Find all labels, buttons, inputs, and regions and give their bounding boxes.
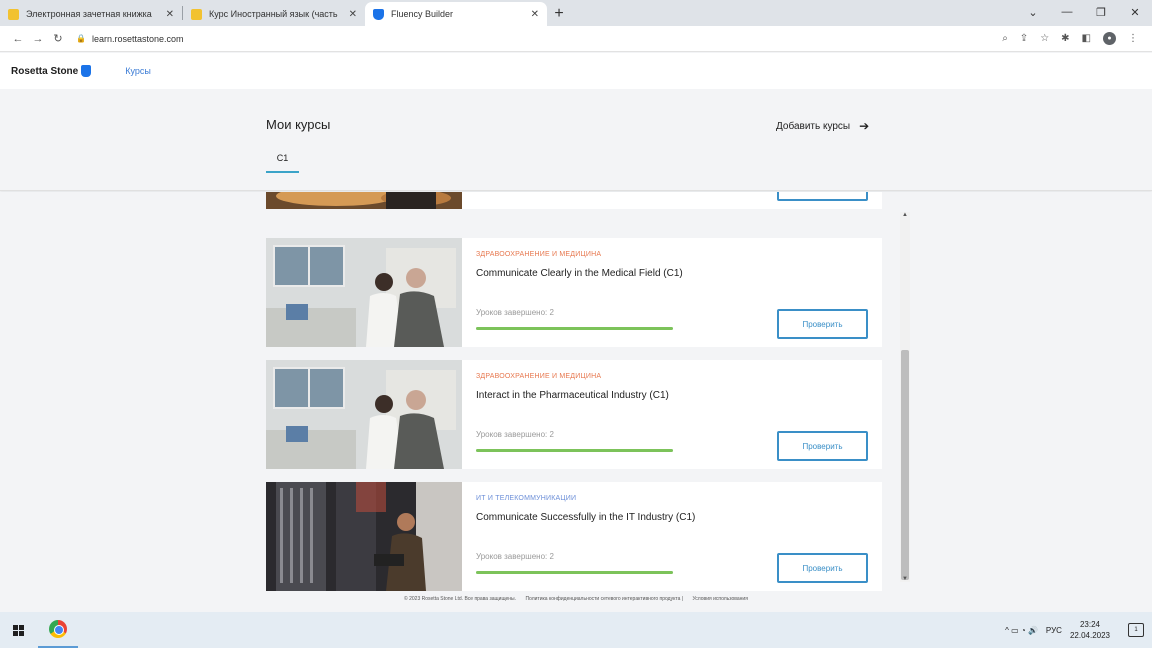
- profile-avatar-icon[interactable]: ●: [1103, 32, 1116, 45]
- logo-text: Rosetta Stone: [11, 65, 79, 77]
- windows-logo-icon: [12, 624, 24, 636]
- extensions-icon[interactable]: ✱: [1061, 33, 1069, 44]
- check-button[interactable]: Проверить: [777, 431, 868, 461]
- tab-level-c1[interactable]: C1: [266, 151, 299, 173]
- lessons-completed: Уроков завершено: 2: [476, 552, 554, 561]
- course-card: ИТ и телекоммуникации Communicate Succes…: [266, 482, 882, 591]
- tray-icons[interactable]: ^ ▭ ◔ 🔊: [1005, 626, 1038, 635]
- progress-bar: [476, 327, 673, 330]
- lessons-completed: Уроков завершено: 2: [476, 430, 554, 439]
- browser-tab-gradebook[interactable]: Электронная зачетная книжка ✕: [0, 2, 182, 26]
- arrow-right-icon: ➔: [859, 119, 870, 133]
- browser-toolbar: ⌕ ⇪ ☆ ✱ ◧ ● ⋮: [1002, 32, 1138, 45]
- progress-fill: [476, 449, 673, 452]
- tab-favicon-icon: [191, 8, 202, 20]
- bookmark-star-icon[interactable]: ☆: [1040, 33, 1049, 44]
- menu-kebab-icon[interactable]: ⋮: [1128, 33, 1138, 44]
- scroll-thumb[interactable]: [901, 350, 909, 580]
- course-card-body: Здравоохранение и медицина Interact in t…: [476, 360, 882, 469]
- progress-bar: [476, 571, 673, 574]
- logo-mark-icon: [81, 65, 92, 77]
- page-footer: © 2023 Rosetta Stone Ltd. Все права защи…: [0, 596, 1152, 602]
- tab-favicon-icon: [8, 8, 19, 20]
- clock[interactable]: 23:24 22.04.2023: [1070, 619, 1110, 641]
- check-button[interactable]: Проверить: [777, 309, 868, 339]
- nav-link-courses[interactable]: Курсы: [125, 66, 151, 76]
- url-text: learn.rosettastone.com: [91, 33, 184, 44]
- address-bar-row: ← → ↻ 🔒 learn.rosettastone.com ⌕ ⇪ ☆ ✱ ◧…: [0, 26, 1152, 52]
- tab-label: Курс Иностранный язык (часть: [209, 9, 338, 19]
- course-image: [266, 238, 462, 347]
- scroll-up-icon[interactable]: ▲: [900, 212, 910, 218]
- privacy-link[interactable]: Политика конфиденциальности сетевого инт…: [525, 596, 683, 602]
- course-title[interactable]: Interact in the Pharmaceutical Industry …: [476, 390, 669, 401]
- add-courses-link[interactable]: Добавить курсы ➔: [776, 119, 869, 133]
- add-courses-label: Добавить курсы: [776, 120, 851, 132]
- input-language[interactable]: РУС: [1046, 626, 1062, 635]
- url-field[interactable]: 🔒 learn.rosettastone.com: [76, 29, 1002, 49]
- notifications-icon[interactable]: 1: [1128, 623, 1144, 637]
- restore-icon[interactable]: ❐: [1084, 6, 1118, 19]
- tab-close-icon[interactable]: ✕: [166, 9, 174, 20]
- start-button[interactable]: [0, 612, 36, 648]
- new-tab-button[interactable]: +: [547, 2, 571, 26]
- browser-tab-fluency-builder[interactable]: Fluency Builder ✕: [365, 2, 547, 26]
- progress-fill: [476, 571, 673, 574]
- rosetta-stone-logo[interactable]: Rosetta Stone: [11, 65, 92, 77]
- terms-link[interactable]: Условия использования: [692, 596, 748, 602]
- window-close-icon[interactable]: ✕: [1118, 6, 1152, 19]
- page-title: Мои курсы: [266, 117, 331, 132]
- lessons-completed: Уроков завершено: 2: [476, 308, 554, 317]
- share-icon[interactable]: ⇪: [1020, 33, 1028, 44]
- course-card-body: ИТ и телекоммуникации Communicate Succes…: [476, 482, 882, 591]
- chrome-icon: [49, 620, 67, 638]
- course-card: [266, 192, 882, 209]
- reload-icon[interactable]: ↻: [48, 32, 68, 45]
- window-controls: ⌄ — ❐ ✕: [1016, 0, 1152, 24]
- tab-close-icon[interactable]: ✕: [531, 9, 539, 20]
- minimize-icon[interactable]: —: [1050, 6, 1084, 18]
- browser-tab-strip: Электронная зачетная книжка ✕ Курс Иност…: [0, 0, 1152, 26]
- course-image: [266, 482, 462, 591]
- tab-favicon-icon: [373, 8, 384, 20]
- course-category: ИТ и телекоммуникации: [476, 495, 577, 502]
- progress-fill: [476, 327, 673, 330]
- check-button[interactable]: Проверить: [777, 553, 868, 583]
- course-title[interactable]: Communicate Successfully in the IT Indus…: [476, 512, 695, 523]
- tab-label: Электронная зачетная книжка: [26, 9, 152, 19]
- course-card-body: [476, 192, 882, 209]
- side-panel-icon[interactable]: ◧: [1082, 33, 1091, 44]
- progress-bar: [476, 449, 673, 452]
- windows-taskbar: ^ ▭ ◔ 🔊 РУС 23:24 22.04.2023 1: [0, 612, 1152, 648]
- back-icon[interactable]: ←: [8, 33, 28, 45]
- system-tray: ^ ▭ ◔ 🔊 РУС 23:24 22.04.2023 1: [1005, 612, 1144, 648]
- clock-time: 23:24: [1079, 620, 1100, 629]
- forward-icon[interactable]: →: [28, 33, 48, 45]
- page-scrollbar[interactable]: ▲ ▼: [900, 212, 910, 582]
- copyright-text: © 2023 Rosetta Stone Ltd. Все права защи…: [404, 596, 517, 602]
- course-category: Здравоохранение и медицина: [476, 251, 602, 258]
- tab-search-icon[interactable]: ⌄: [1016, 6, 1050, 19]
- course-card: Здравоохранение и медицина Interact in t…: [266, 360, 882, 469]
- course-image: [266, 360, 462, 469]
- tab-close-icon[interactable]: ✕: [349, 9, 357, 20]
- clock-date: 22.04.2023: [1069, 631, 1110, 640]
- zoom-icon[interactable]: ⌕: [1002, 33, 1008, 44]
- courses-header-section: Мои курсы Добавить курсы ➔ C1: [0, 89, 1152, 191]
- course-category: Здравоохранение и медицина: [476, 373, 602, 380]
- tab-label: Fluency Builder: [391, 9, 454, 19]
- course-list-area: Здравоохранение и медицина Communicate C…: [0, 192, 1152, 612]
- course-card-body: Здравоохранение и медицина Communicate C…: [476, 238, 882, 347]
- browser-tab-course[interactable]: Курс Иностранный язык (часть ✕: [183, 2, 365, 26]
- check-button[interactable]: [777, 192, 868, 201]
- site-header: Rosetta Stone Курсы: [0, 53, 1152, 89]
- course-card: Здравоохранение и медицина Communicate C…: [266, 238, 882, 347]
- taskbar-chrome-app[interactable]: [38, 612, 78, 648]
- lock-icon: 🔒: [76, 34, 86, 43]
- scroll-down-icon[interactable]: ▼: [900, 576, 910, 582]
- course-image: [266, 192, 462, 209]
- course-title[interactable]: Communicate Clearly in the Medical Field…: [476, 268, 683, 279]
